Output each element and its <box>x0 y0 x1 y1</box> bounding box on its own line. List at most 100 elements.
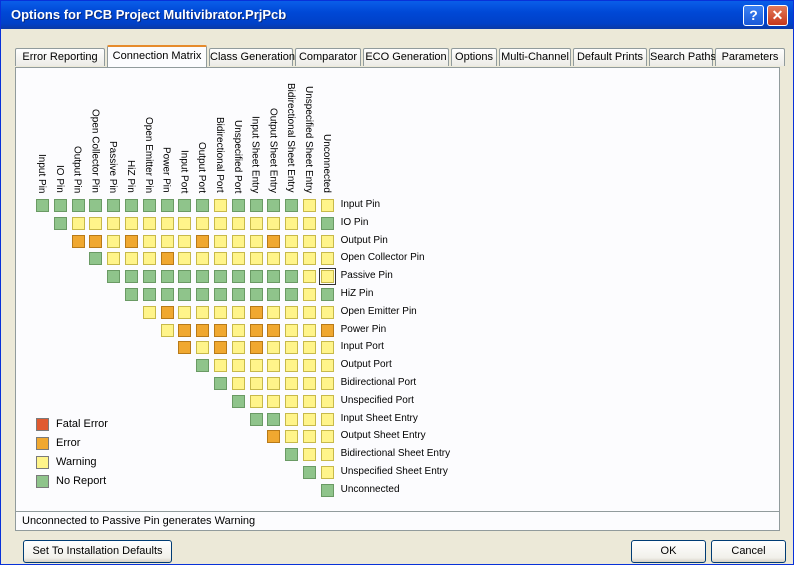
matrix-cell[interactable] <box>303 323 316 337</box>
matrix-cell[interactable] <box>160 252 174 266</box>
matrix-cell[interactable] <box>303 270 316 284</box>
matrix-cell[interactable] <box>320 323 334 337</box>
matrix-cell[interactable] <box>178 270 192 284</box>
close-button[interactable]: ✕ <box>767 5 788 26</box>
matrix-cell[interactable] <box>89 199 103 212</box>
matrix-cell[interactable] <box>160 323 174 337</box>
matrix-cell[interactable] <box>142 199 156 212</box>
matrix-cell[interactable] <box>249 412 263 426</box>
matrix-cell[interactable] <box>214 234 227 248</box>
matrix-cell[interactable] <box>196 323 210 337</box>
matrix-cell[interactable] <box>267 430 281 444</box>
matrix-cell[interactable] <box>214 341 227 355</box>
matrix-cell[interactable] <box>71 199 85 212</box>
matrix-cell[interactable] <box>214 305 227 319</box>
matrix-cell[interactable] <box>142 305 156 319</box>
matrix-cell[interactable] <box>285 288 299 301</box>
tab-error-reporting[interactable]: Error Reporting <box>15 48 105 66</box>
matrix-cell[interactable] <box>214 216 227 230</box>
matrix-cell[interactable] <box>160 234 174 248</box>
matrix-cell[interactable] <box>142 252 156 266</box>
matrix-cell[interactable] <box>125 199 138 212</box>
matrix-cell[interactable] <box>231 394 245 408</box>
matrix-cell[interactable] <box>178 234 192 248</box>
matrix-cell[interactable] <box>320 234 334 248</box>
matrix-cell[interactable] <box>303 377 316 390</box>
matrix-cell[interactable] <box>142 288 156 301</box>
matrix-cell[interactable] <box>320 305 334 319</box>
matrix-cell[interactable] <box>285 341 299 355</box>
matrix-cell[interactable] <box>214 323 227 337</box>
matrix-cell[interactable] <box>53 216 67 230</box>
matrix-cell[interactable] <box>214 199 227 212</box>
matrix-cell[interactable] <box>231 377 245 390</box>
matrix-cell[interactable] <box>285 412 299 426</box>
matrix-cell[interactable] <box>249 341 263 355</box>
matrix-cell[interactable] <box>89 216 103 230</box>
matrix-cell[interactable] <box>196 288 210 301</box>
set-defaults-button[interactable]: Set To Installation Defaults <box>23 540 172 563</box>
matrix-cell[interactable] <box>303 199 316 212</box>
matrix-cell[interactable] <box>267 252 281 266</box>
matrix-cell[interactable] <box>160 305 174 319</box>
matrix-cell[interactable] <box>89 234 103 248</box>
matrix-cell[interactable] <box>231 359 245 373</box>
cancel-button[interactable]: Cancel <box>711 540 786 563</box>
matrix-cell[interactable] <box>285 359 299 373</box>
matrix-cell[interactable] <box>267 341 281 355</box>
matrix-cell[interactable] <box>320 341 334 355</box>
matrix-cell[interactable] <box>160 288 174 301</box>
tab-connection-matrix[interactable]: Connection Matrix <box>107 45 207 67</box>
matrix-cell[interactable] <box>285 394 299 408</box>
matrix-cell[interactable] <box>267 412 281 426</box>
matrix-cell[interactable] <box>196 252 210 266</box>
tab-options[interactable]: Options <box>451 48 497 66</box>
matrix-cell[interactable] <box>249 234 263 248</box>
matrix-cell[interactable] <box>303 394 316 408</box>
matrix-cell[interactable] <box>249 270 263 284</box>
matrix-cell[interactable] <box>267 288 281 301</box>
matrix-cell[interactable] <box>160 199 174 212</box>
matrix-cell[interactable] <box>303 288 316 301</box>
matrix-cell[interactable] <box>320 359 334 373</box>
matrix-cell[interactable] <box>125 270 138 284</box>
matrix-cell[interactable] <box>178 216 192 230</box>
matrix-cell[interactable] <box>285 234 299 248</box>
matrix-cell[interactable] <box>107 199 121 212</box>
tab-class-generation[interactable]: Class Generation <box>209 48 295 66</box>
matrix-cell[interactable] <box>196 305 210 319</box>
tab-default-prints[interactable]: Default Prints <box>573 48 647 66</box>
matrix-cell[interactable] <box>214 377 227 390</box>
matrix-cell[interactable] <box>285 305 299 319</box>
matrix-cell[interactable] <box>249 216 263 230</box>
tab-parameters[interactable]: Parameters <box>715 48 785 66</box>
matrix-cell[interactable] <box>303 216 316 230</box>
matrix-cell[interactable] <box>285 377 299 390</box>
matrix-cell[interactable] <box>142 216 156 230</box>
matrix-cell[interactable] <box>178 252 192 266</box>
matrix-cell[interactable] <box>249 252 263 266</box>
matrix-cell[interactable] <box>320 252 334 266</box>
matrix-cell[interactable] <box>214 252 227 266</box>
help-button[interactable]: ? <box>743 5 764 26</box>
matrix-cell[interactable] <box>249 305 263 319</box>
tab-comparator[interactable]: Comparator <box>295 48 361 66</box>
matrix-cell[interactable] <box>125 288 138 301</box>
matrix-cell[interactable] <box>178 288 192 301</box>
matrix-cell[interactable] <box>285 199 299 212</box>
matrix-cell[interactable] <box>196 234 210 248</box>
matrix-cell[interactable] <box>320 288 334 301</box>
matrix-cell[interactable] <box>142 234 156 248</box>
matrix-cell[interactable] <box>267 199 281 212</box>
matrix-cell[interactable] <box>249 394 263 408</box>
matrix-cell[interactable] <box>303 234 316 248</box>
matrix-cell[interactable] <box>303 359 316 373</box>
matrix-cell[interactable] <box>249 323 263 337</box>
matrix-cell[interactable] <box>107 252 121 266</box>
matrix-cell[interactable] <box>249 288 263 301</box>
matrix-cell[interactable] <box>320 394 334 408</box>
matrix-cell[interactable] <box>285 430 299 444</box>
matrix-cell[interactable] <box>285 448 299 462</box>
matrix-cell[interactable] <box>231 199 245 212</box>
matrix-cell[interactable] <box>285 270 299 284</box>
